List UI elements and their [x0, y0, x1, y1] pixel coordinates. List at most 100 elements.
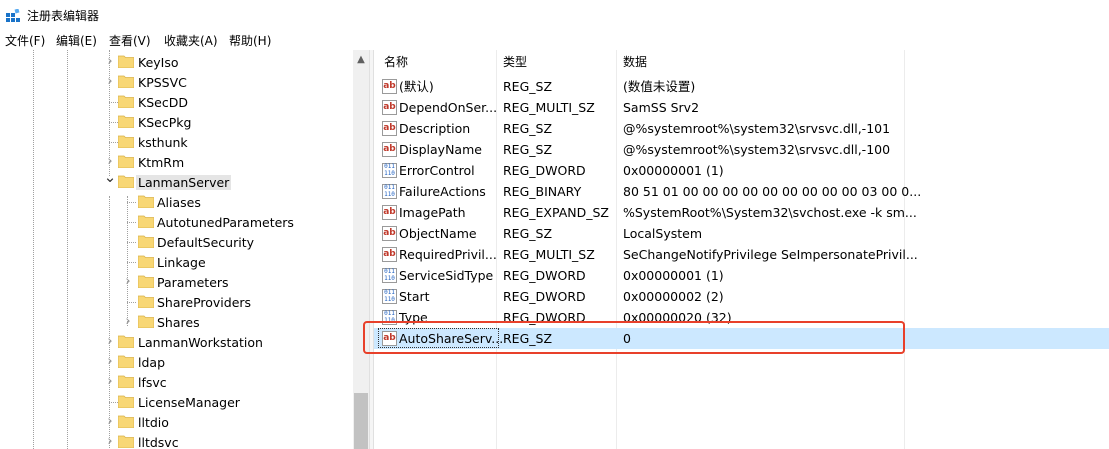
tree-node-label[interactable]: KPSSVC — [136, 75, 189, 90]
tree-node-label[interactable]: lfsvc — [136, 375, 169, 390]
registry-value-row[interactable]: ab DependOnSer... REG_MULTI_SZ SamSS Srv2 — [374, 97, 1109, 118]
binary-value-icon: 011 110 — [382, 184, 397, 199]
value-list-pane[interactable]: 名称 类型 数据 ab (默认) REG_SZ (数值未设置) ab DependOnSe… — [374, 50, 1109, 449]
chevron-right-icon[interactable]: › — [103, 73, 117, 91]
registry-value-row[interactable]: ab Description REG_SZ @%systemroot%\system3… — [374, 118, 1109, 139]
tree-node-label[interactable]: KtmRm — [136, 155, 186, 170]
value-name: ServiceSidType — [399, 268, 494, 283]
registry-value-row[interactable]: ab ImagePath REG_EXPAND_SZ %SystemRoot%\Sys… — [374, 202, 1109, 223]
menu-edit[interactable]: 编辑(E) — [56, 32, 97, 49]
tree-node-label[interactable]: Aliases — [155, 195, 203, 210]
tree-node-label[interactable]: Linkage — [155, 255, 208, 270]
column-header-type[interactable]: 类型 — [503, 50, 527, 74]
value-data: 0x00000002 (2) — [623, 289, 724, 304]
string-value-icon: ab — [382, 121, 397, 136]
tree-node[interactable]: › ldap — [0, 352, 352, 372]
column-header-data[interactable]: 数据 — [623, 50, 647, 74]
tree-scrollbar[interactable] — [353, 50, 369, 449]
tree-node[interactable]: › LanmanWorkstation — [0, 332, 352, 352]
tree-connector — [109, 102, 118, 103]
tree-node[interactable]: Aliases — [0, 192, 352, 212]
tree-node-label[interactable]: Parameters — [155, 275, 231, 290]
tree-node[interactable]: ShareProviders — [0, 292, 352, 312]
tree-node[interactable]: › KPSSVC — [0, 72, 352, 92]
folder-icon — [118, 95, 134, 108]
tree-node-label[interactable]: LicenseManager — [136, 395, 242, 410]
menu-help[interactable]: 帮助(H) — [229, 32, 271, 49]
folder-icon — [118, 375, 134, 388]
tree-node-label[interactable]: DefaultSecurity — [155, 235, 256, 250]
tree-node-label[interactable]: ShareProviders — [155, 295, 253, 310]
registry-editor-icon — [6, 9, 20, 22]
key-tree-pane[interactable]: › KeyIso › KPSSVC KSecDD KSecPkg ksthunk › KtmRm… — [0, 50, 369, 449]
tree-node[interactable]: › lltdsvc — [0, 432, 352, 449]
tree-node-label[interactable]: AutotunedParameters — [155, 215, 296, 230]
tree-node[interactable]: KSecPkg — [0, 112, 352, 132]
tree-node-label[interactable]: ksthunk — [136, 135, 190, 150]
folder-icon — [118, 75, 134, 88]
folder-icon — [138, 295, 154, 308]
folder-icon — [138, 275, 154, 288]
registry-value-row[interactable]: ab RequiredPrivil... REG_MULTI_SZ SeChangeN… — [374, 244, 1109, 265]
menu-file[interactable]: 文件(F) — [5, 32, 45, 49]
chevron-right-icon[interactable]: › — [103, 353, 117, 371]
tree-node-label[interactable]: LanmanWorkstation — [136, 335, 265, 350]
registry-value-row[interactable]: ab (默认) REG_SZ (数值未设置) — [374, 76, 1109, 97]
scroll-up-icon[interactable]: ▲ — [353, 52, 369, 68]
tree-node[interactable]: Linkage — [0, 252, 352, 272]
chevron-right-icon[interactable]: › — [103, 433, 117, 449]
tree-scrollbar-thumb[interactable] — [354, 393, 368, 449]
tree-node[interactable]: ⌄ LanmanServer — [0, 168, 352, 192]
tree-node-label[interactable]: KeyIso — [136, 55, 181, 70]
value-type: REG_MULTI_SZ — [503, 100, 595, 115]
tree-connector — [127, 202, 136, 203]
tree-connector — [109, 402, 118, 403]
tree-node[interactable]: › lltdio — [0, 412, 352, 432]
value-data: %SystemRoot%\System32\svchost.exe -k sm.… — [623, 205, 917, 220]
value-name: FailureActions — [399, 184, 486, 199]
chevron-right-icon[interactable]: › — [103, 53, 117, 71]
registry-value-row[interactable]: 011 110 ErrorControl REG_DWORD 0x00000001 (… — [374, 160, 1109, 181]
chevron-down-icon[interactable]: ⌄ — [103, 168, 117, 186]
value-data: SamSS Srv2 — [623, 100, 700, 115]
registry-value-row[interactable]: ab DisplayName REG_SZ @%systemroot%\system3… — [374, 139, 1109, 160]
chevron-right-icon[interactable]: › — [121, 313, 135, 331]
tree-node[interactable]: › KeyIso — [0, 52, 352, 72]
tree-node[interactable]: DefaultSecurity — [0, 232, 352, 252]
tree-node-label[interactable]: lltdsvc — [136, 435, 181, 449]
registry-value-row[interactable]: ab ObjectName REG_SZ LocalSystem — [374, 223, 1109, 244]
string-value-icon: ab — [382, 79, 397, 94]
tree-node[interactable]: LicenseManager — [0, 392, 352, 412]
registry-value-row[interactable]: 011 110 Start REG_DWORD 0x00000002 (2) — [374, 286, 1109, 307]
tree-node-label[interactable]: Shares — [155, 315, 202, 330]
menu-view[interactable]: 查看(V) — [109, 32, 151, 49]
chevron-right-icon[interactable]: › — [103, 373, 117, 391]
menu-favorites[interactable]: 收藏夹(A) — [164, 32, 218, 49]
chevron-right-icon[interactable]: › — [103, 413, 117, 431]
value-type: REG_SZ — [503, 79, 553, 94]
tree-node[interactable]: AutotunedParameters — [0, 212, 352, 232]
value-type: REG_DWORD — [503, 268, 586, 283]
tree-node[interactable]: ksthunk — [0, 132, 352, 152]
tree-node-label[interactable]: KSecDD — [136, 95, 190, 110]
registry-value-row[interactable]: 011 110 ServiceSidType REG_DWORD 0x00000001… — [374, 265, 1109, 286]
tree-node-label[interactable]: LanmanServer — [136, 175, 232, 190]
column-header-name[interactable]: 名称 — [384, 50, 408, 74]
tree-node[interactable]: › lfsvc — [0, 372, 352, 392]
chevron-right-icon[interactable]: › — [103, 333, 117, 351]
chevron-right-icon[interactable]: › — [121, 273, 135, 291]
value-name: Description — [399, 121, 471, 136]
tree-node[interactable]: › Parameters — [0, 272, 352, 292]
tree-node-label[interactable]: KSecPkg — [136, 115, 193, 130]
registry-value-row[interactable]: 011 110 FailureActions REG_BINARY 80 51 01 … — [374, 181, 1109, 202]
tree-node[interactable]: › Shares — [0, 312, 352, 332]
tree-node[interactable]: › KtmRm — [0, 152, 352, 172]
string-value-icon: ab — [382, 205, 397, 220]
tree-node-label[interactable]: lltdio — [136, 415, 171, 430]
tree-connector — [109, 142, 118, 143]
tree-node[interactable]: KSecDD — [0, 92, 352, 112]
value-data: 80 51 01 00 00 00 00 00 00 00 00 00 03 0… — [623, 184, 922, 199]
tree-connector — [109, 122, 118, 123]
tree-guide-line — [67, 50, 68, 449]
tree-node-label[interactable]: ldap — [136, 355, 167, 370]
